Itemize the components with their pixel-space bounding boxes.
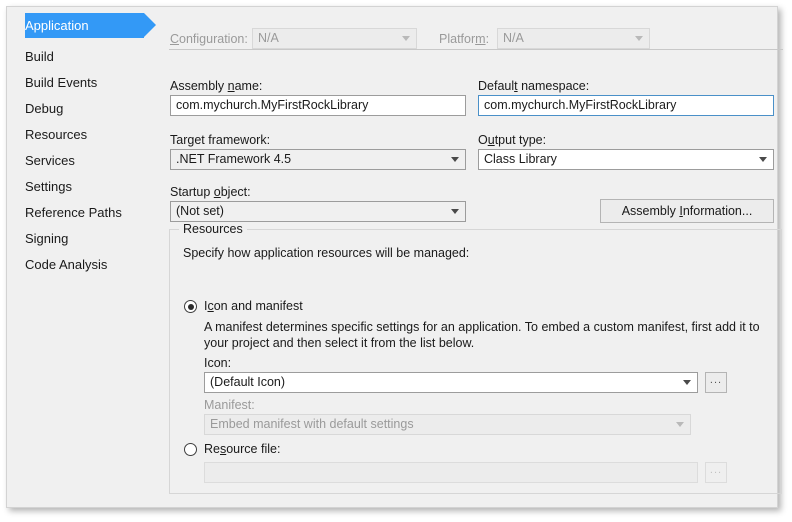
configuration-dropdown[interactable]: N/A [252, 28, 417, 49]
icon-and-manifest-label: Icon and manifest [204, 299, 303, 313]
sidebar-item-signing[interactable]: Signing [7, 226, 159, 251]
sidebar-item-code-analysis[interactable]: Code Analysis [7, 252, 159, 277]
resource-file-input[interactable] [204, 462, 698, 483]
sidebar-item-application[interactable]: Application [7, 13, 159, 38]
sidebar-item-label: Resources [25, 127, 88, 142]
manifest-dropdown[interactable]: Embed manifest with default settings [204, 414, 691, 435]
icon-dropdown[interactable]: (Default Icon) [204, 372, 698, 393]
application-settings-panel: Configuration: N/A Platform: N/A Assembl… [159, 7, 783, 507]
icon-and-manifest-radio[interactable] [184, 300, 197, 313]
resource-file-radio[interactable] [184, 443, 197, 456]
resource-file-browse-button[interactable]: ... [705, 462, 727, 483]
radio-selected-dot [187, 303, 194, 310]
platform-dropdown[interactable]: N/A [497, 28, 650, 49]
section-divider [169, 49, 783, 50]
sidebar-item-label: Build [25, 49, 54, 64]
icon-label: Icon: [204, 356, 232, 370]
manifest-value: Embed manifest with default settings [210, 417, 414, 431]
sidebar-selection-arrow-icon [144, 13, 156, 37]
default-namespace-value: com.mychurch.MyFirstRockLibrary [484, 98, 677, 112]
sidebar-item-debug[interactable]: Debug [7, 96, 159, 121]
output-type-dropdown[interactable]: Class Library [478, 149, 774, 170]
chevron-down-icon [759, 157, 767, 162]
resources-group-box: Resources Specify how application resour… [169, 222, 782, 494]
project-properties-window: Application Build Build Events Debug Res… [6, 6, 783, 508]
icon-browse-button[interactable]: ... [705, 372, 727, 393]
chevron-down-icon [451, 209, 459, 214]
sidebar-item-label: Application [25, 18, 89, 33]
sidebar-item-settings[interactable]: Settings [7, 174, 159, 199]
assembly-name-label: Assembly name: [170, 79, 263, 93]
resources-group-title: Resources [179, 222, 247, 236]
platform-label: Platform: [439, 32, 490, 46]
default-namespace-input[interactable]: com.mychurch.MyFirstRockLibrary [478, 95, 774, 116]
target-framework-dropdown[interactable]: .NET Framework 4.5 [170, 149, 466, 170]
sidebar-item-build-events[interactable]: Build Events [7, 70, 159, 95]
sidebar-item-label: Settings [25, 179, 72, 194]
chevron-down-icon [676, 422, 684, 427]
sidebar-item-label: Services [25, 153, 75, 168]
manifest-label: Manifest: [204, 398, 255, 412]
chevron-down-icon [402, 36, 410, 41]
assembly-name-input[interactable]: com.mychurch.MyFirstRockLibrary [170, 95, 466, 116]
sidebar-item-label: Code Analysis [25, 257, 108, 272]
configuration-value: N/A [258, 31, 279, 45]
sidebar-item-resources[interactable]: Resources [7, 122, 159, 147]
resources-description: Specify how application resources will b… [183, 246, 470, 260]
category-sidebar: Application Build Build Events Debug Res… [7, 7, 159, 507]
target-framework-value: .NET Framework 4.5 [176, 152, 292, 166]
resource-file-label: Resource file: [204, 442, 281, 456]
icon-value: (Default Icon) [210, 375, 286, 389]
default-namespace-label: Default namespace: [478, 79, 590, 93]
assembly-name-value: com.mychurch.MyFirstRockLibrary [176, 98, 369, 112]
chevron-down-icon [635, 36, 643, 41]
output-type-value: Class Library [484, 152, 557, 166]
startup-object-value: (Not set) [176, 204, 224, 218]
startup-object-dropdown[interactable]: (Not set) [170, 201, 466, 222]
platform-value: N/A [503, 31, 524, 45]
icon-browse-label: ... [709, 374, 723, 386]
resource-file-browse-label: ... [709, 464, 723, 476]
icon-and-manifest-help-line1: A manifest determines specific settings … [204, 320, 760, 334]
sidebar-item-label: Build Events [25, 75, 98, 90]
chevron-down-icon [683, 380, 691, 385]
sidebar-item-reference-paths[interactable]: Reference Paths [7, 200, 159, 225]
sidebar-item-label: Reference Paths [25, 205, 122, 220]
icon-and-manifest-help-line2: your project and then select it from the… [204, 336, 475, 350]
target-framework-label: Target framework: [170, 133, 271, 147]
configuration-label: Configuration: [170, 32, 248, 46]
output-type-label: Output type: [478, 133, 547, 147]
sidebar-item-label: Signing [25, 231, 69, 246]
startup-object-label: Startup object: [170, 185, 251, 199]
sidebar-item-label: Debug [25, 101, 64, 116]
sidebar-item-services[interactable]: Services [7, 148, 159, 173]
chevron-down-icon [451, 157, 459, 162]
assembly-information-button[interactable]: Assembly Information... [600, 199, 774, 223]
sidebar-item-build[interactable]: Build [7, 44, 159, 69]
